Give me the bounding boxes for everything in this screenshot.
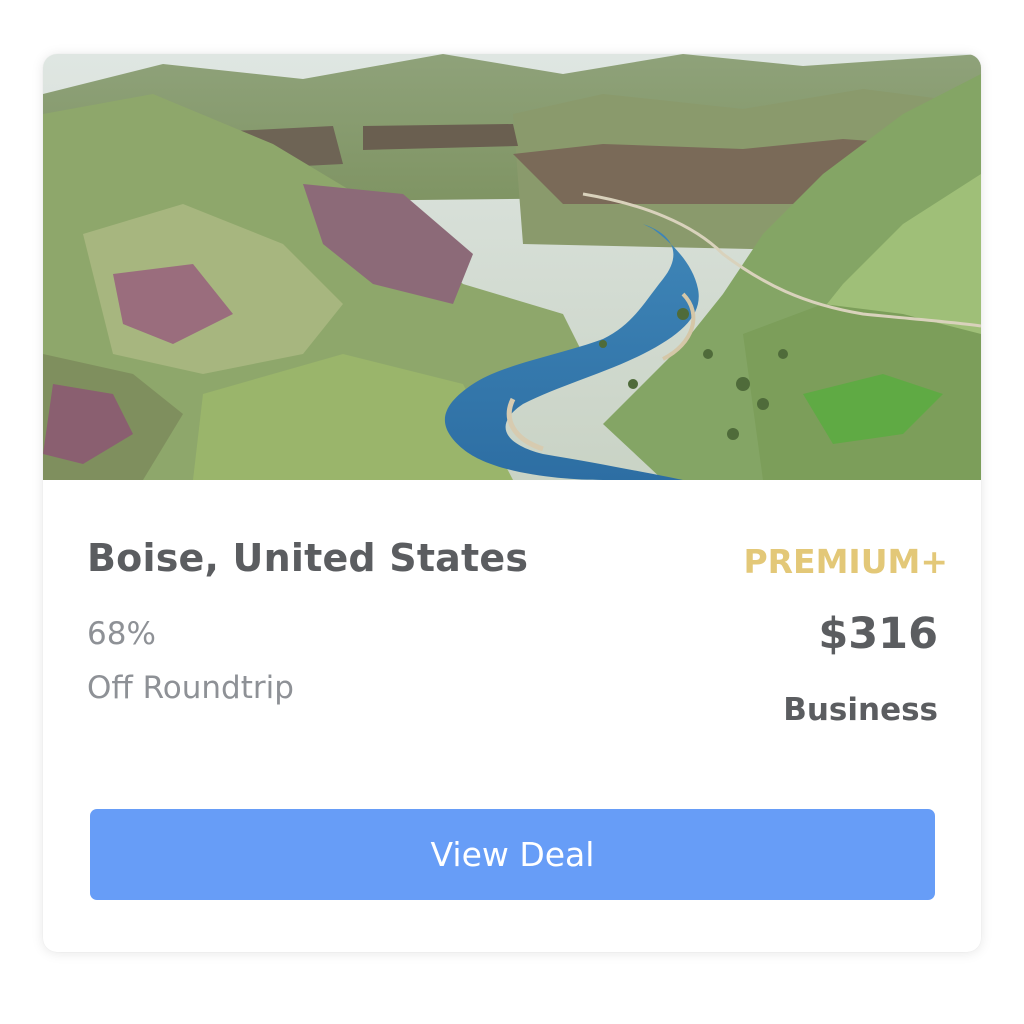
deal-card[interactable]: Boise, United States PREMIUM+ 68% Off Ro… (43, 54, 981, 952)
cabin-class: Business (783, 692, 938, 728)
destination-photo (43, 54, 981, 480)
tier-badge: PREMIUM+ (743, 542, 948, 581)
trip-type-label: Off Roundtrip (87, 670, 294, 706)
discount-percent: 68% (87, 616, 156, 652)
deal-price: $316 (818, 609, 938, 659)
page: Boise, United States PREMIUM+ 68% Off Ro… (0, 0, 1024, 1024)
view-deal-button[interactable]: View Deal (90, 809, 935, 900)
destination-title: Boise, United States (87, 536, 529, 580)
